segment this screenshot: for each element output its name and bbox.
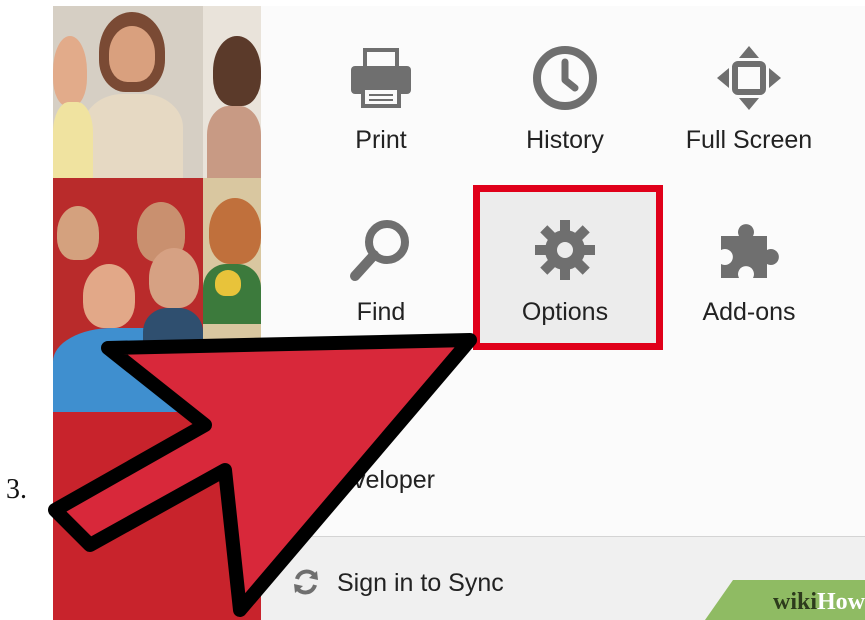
developer-label: veloper bbox=[353, 466, 435, 494]
wikihow-watermark: wikiHow bbox=[705, 580, 865, 620]
full-screen-button[interactable]: Full Screen bbox=[661, 16, 837, 166]
clock-icon bbox=[533, 46, 597, 110]
find-label: Find bbox=[356, 298, 406, 326]
gear-icon bbox=[535, 220, 595, 280]
add-ons-button[interactable]: Add-ons bbox=[661, 188, 837, 338]
sync-icon bbox=[294, 569, 318, 595]
step-number: 3. bbox=[6, 474, 27, 505]
menu-panel: Print History Full Screen Find Options A… bbox=[261, 6, 865, 620]
watermark-how-text: How bbox=[817, 589, 865, 615]
photo-tile bbox=[53, 178, 203, 412]
options-button[interactable]: Options bbox=[477, 188, 653, 338]
options-label: Options bbox=[521, 298, 609, 326]
photo-tile bbox=[53, 412, 261, 620]
puzzle-icon bbox=[721, 224, 779, 278]
watermark-wiki-text: wiki bbox=[772, 589, 817, 615]
print-label: Print bbox=[355, 126, 407, 154]
printer-icon bbox=[351, 48, 411, 108]
photo-collage bbox=[53, 6, 261, 620]
sync-footer[interactable]: Sign in to Sync wikiHow bbox=[261, 536, 865, 620]
sign-in-to-sync-label: Sign in to Sync bbox=[337, 569, 504, 597]
print-button[interactable]: Print bbox=[293, 16, 469, 166]
photo-tile bbox=[203, 6, 261, 178]
magnifier-icon bbox=[350, 220, 409, 281]
history-label: History bbox=[526, 126, 604, 154]
photo-tile bbox=[203, 178, 261, 412]
add-ons-label: Add-ons bbox=[702, 298, 796, 326]
photo-tile bbox=[53, 6, 203, 178]
developer-menu-item[interactable]: veloper bbox=[261, 454, 865, 514]
find-button[interactable]: Find bbox=[293, 188, 469, 338]
full-screen-label: Full Screen bbox=[685, 126, 813, 154]
history-button[interactable]: History bbox=[477, 16, 653, 166]
fullscreen-icon bbox=[717, 46, 781, 110]
